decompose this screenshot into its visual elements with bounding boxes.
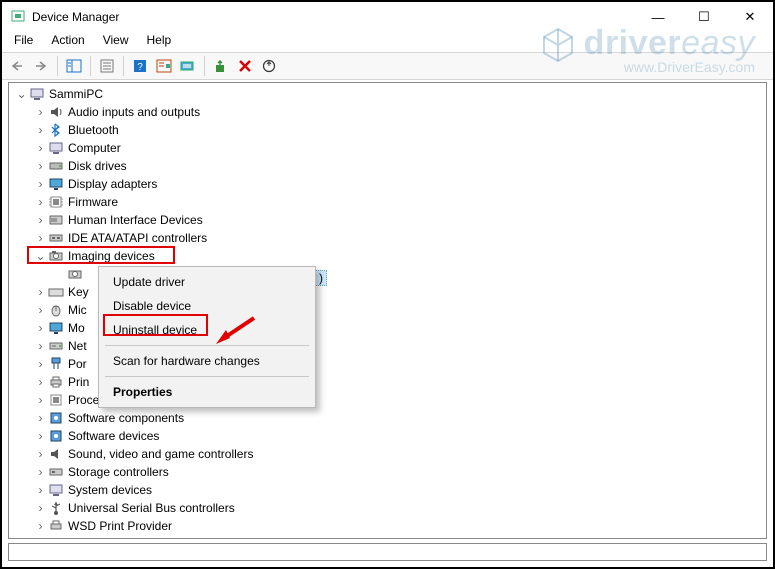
ctx-update-driver[interactable]: Update driver — [101, 270, 313, 294]
selected-child-peek: ) — [315, 270, 327, 286]
ctx-scan-hardware[interactable]: Scan for hardware changes — [101, 349, 313, 373]
monitor-icon — [48, 320, 64, 336]
tree-node[interactable]: ›Audio inputs and outputs — [9, 103, 766, 121]
firmware-icon — [48, 194, 64, 210]
ctx-disable-device[interactable]: Disable device — [101, 294, 313, 318]
computer-icon — [29, 86, 45, 102]
menubar: File Action View Help — [2, 32, 773, 52]
tree-node[interactable]: ›Sound, video and game controllers — [9, 445, 766, 463]
display-icon — [48, 176, 64, 192]
mouse-icon — [48, 302, 64, 318]
storage-icon — [48, 464, 64, 480]
hid-icon — [48, 212, 64, 228]
status-bar — [8, 543, 767, 561]
menu-view[interactable]: View — [95, 32, 137, 52]
tree-node[interactable]: ›Universal Serial Bus controllers — [9, 499, 766, 517]
chevron-right-icon[interactable]: › — [33, 375, 48, 390]
chevron-down-icon[interactable]: ⌄ — [33, 249, 48, 264]
separator — [105, 376, 309, 377]
tree-node[interactable]: ›Bluetooth — [9, 121, 766, 139]
titlebar: Device Manager — ☐ ✕ — [2, 2, 773, 32]
toolbar: ? — [2, 52, 773, 80]
chevron-right-icon[interactable]: › — [33, 303, 48, 318]
audio-icon — [48, 446, 64, 462]
svg-text:?: ? — [137, 62, 143, 73]
chevron-right-icon[interactable]: › — [33, 159, 48, 174]
audio-icon — [48, 104, 64, 120]
tree-node[interactable]: ›Software components — [9, 409, 766, 427]
computer-icon — [48, 140, 64, 156]
usb-icon — [48, 500, 64, 516]
chevron-right-icon[interactable]: › — [33, 177, 48, 192]
show-hide-tree-button[interactable] — [63, 55, 85, 77]
chevron-right-icon[interactable]: › — [33, 501, 48, 516]
camera-icon — [48, 248, 64, 264]
chevron-right-icon[interactable]: › — [33, 123, 48, 138]
app-icon — [10, 9, 26, 25]
printer-icon — [48, 374, 64, 390]
chevron-right-icon[interactable]: › — [33, 393, 48, 408]
tree-node[interactable]: ›Disk drives — [9, 157, 766, 175]
chevron-right-icon[interactable]: › — [33, 339, 48, 354]
window-title: Device Manager — [32, 10, 119, 24]
chevron-right-icon[interactable]: › — [33, 231, 48, 246]
menu-action[interactable]: Action — [43, 32, 92, 52]
ide-icon — [48, 230, 64, 246]
chevron-right-icon[interactable]: › — [33, 357, 48, 372]
camera-icon — [67, 266, 83, 282]
action-button[interactable] — [153, 55, 175, 77]
forward-button[interactable] — [30, 55, 52, 77]
chevron-right-icon[interactable]: › — [33, 411, 48, 426]
keyboard-icon — [48, 284, 64, 300]
menu-help[interactable]: Help — [139, 32, 180, 52]
tree-root[interactable]: ⌄ SammiPC — [9, 85, 766, 103]
maximize-button[interactable]: ☐ — [681, 2, 727, 32]
scan-button[interactable] — [177, 55, 199, 77]
back-button[interactable] — [6, 55, 28, 77]
separator — [105, 345, 309, 346]
minimize-button[interactable]: — — [635, 2, 681, 32]
chevron-right-icon[interactable]: › — [33, 285, 48, 300]
tree-node[interactable]: ›Human Interface Devices — [9, 211, 766, 229]
enable-button[interactable] — [210, 55, 232, 77]
bluetooth-icon — [48, 122, 64, 138]
update-button[interactable] — [258, 55, 280, 77]
chevron-right-icon[interactable]: › — [33, 483, 48, 498]
tree-node[interactable]: ›Storage controllers — [9, 463, 766, 481]
cpu-icon — [48, 392, 64, 408]
tree-node[interactable]: ›IDE ATA/ATAPI controllers — [9, 229, 766, 247]
printer-icon — [48, 518, 64, 534]
software-icon — [48, 410, 64, 426]
port-icon — [48, 356, 64, 372]
network-icon — [48, 338, 64, 354]
tree-node-imaging[interactable]: ⌄Imaging devices — [9, 247, 766, 265]
chevron-right-icon[interactable]: › — [33, 447, 48, 462]
menu-file[interactable]: File — [6, 32, 41, 52]
tree-node[interactable]: ›WSD Print Provider — [9, 517, 766, 535]
context-menu: Update driver Disable device Uninstall d… — [98, 266, 316, 408]
software-icon — [48, 428, 64, 444]
chevron-right-icon[interactable]: › — [33, 195, 48, 210]
help-button[interactable]: ? — [129, 55, 151, 77]
ctx-properties[interactable]: Properties — [101, 380, 313, 404]
properties-button[interactable] — [96, 55, 118, 77]
tree-node[interactable]: ›Computer — [9, 139, 766, 157]
chevron-right-icon[interactable]: › — [33, 141, 48, 156]
disk-icon — [48, 158, 64, 174]
tree-node[interactable]: ›Firmware — [9, 193, 766, 211]
chevron-right-icon[interactable]: › — [33, 429, 48, 444]
close-button[interactable]: ✕ — [727, 2, 773, 32]
chevron-right-icon[interactable]: › — [33, 321, 48, 336]
chevron-right-icon[interactable]: › — [33, 519, 48, 534]
tree-node[interactable]: ›System devices — [9, 481, 766, 499]
chevron-right-icon[interactable]: › — [33, 213, 48, 228]
system-icon — [48, 482, 64, 498]
chevron-right-icon[interactable]: › — [33, 465, 48, 480]
uninstall-button[interactable] — [234, 55, 256, 77]
chevron-right-icon[interactable]: › — [33, 105, 48, 120]
chevron-down-icon[interactable]: ⌄ — [14, 87, 29, 102]
tree-node[interactable]: ›Software devices — [9, 427, 766, 445]
tree-node[interactable]: ›Display adapters — [9, 175, 766, 193]
ctx-uninstall-device[interactable]: Uninstall device — [101, 318, 313, 342]
